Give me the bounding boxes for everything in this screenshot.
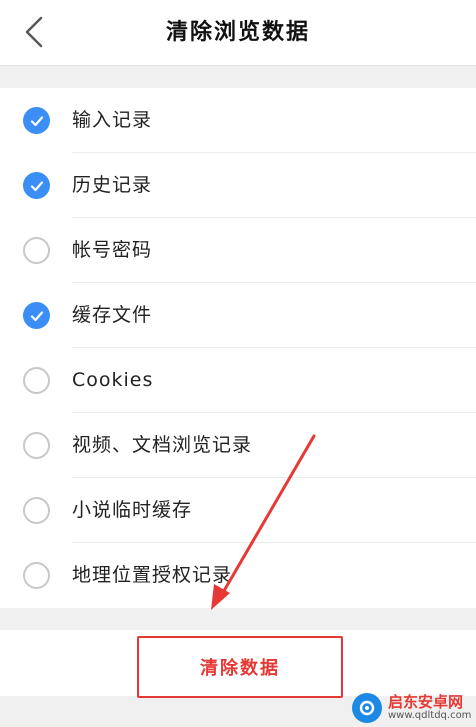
clear-data-button[interactable]: 清除数据	[137, 636, 343, 698]
option-label: Cookies	[72, 369, 154, 391]
unchecked-icon[interactable]	[23, 432, 50, 459]
watermark-url: www.qdltdq.com	[388, 709, 472, 721]
checked-icon[interactable]	[23, 107, 50, 134]
option-input-records[interactable]: 输入记录	[0, 88, 476, 153]
unchecked-icon[interactable]	[23, 562, 50, 589]
watermark-name: 启东安卓网	[388, 692, 464, 711]
option-cookies[interactable]: Cookies	[0, 348, 476, 413]
checked-icon[interactable]	[23, 172, 50, 199]
unchecked-icon[interactable]	[23, 497, 50, 524]
option-label: 缓存文件	[72, 304, 153, 326]
header-bar: 清除浏览数据	[0, 0, 476, 66]
option-label: 地理位置授权记录	[72, 564, 233, 586]
option-novel-temp-cache[interactable]: 小说临时缓存	[0, 478, 476, 543]
page-title: 清除浏览数据	[165, 20, 310, 45]
option-history-records[interactable]: 历史记录	[0, 153, 476, 218]
clear-options-list: 输入记录 历史记录 帐号密码 缓存文件 Cookies 视频、文档浏览记录 小说…	[0, 88, 476, 608]
option-label: 帐号密码	[72, 239, 153, 261]
option-cache-files[interactable]: 缓存文件	[0, 283, 476, 348]
checked-icon[interactable]	[23, 302, 50, 329]
unchecked-icon[interactable]	[23, 367, 50, 394]
option-account-passwords[interactable]: 帐号密码	[0, 218, 476, 283]
option-location-permissions[interactable]: 地理位置授权记录	[0, 543, 476, 608]
option-label: 小说临时缓存	[72, 499, 193, 521]
footer-bar: 清除数据	[0, 630, 476, 698]
option-label: 输入记录	[72, 109, 153, 131]
option-video-doc-history[interactable]: 视频、文档浏览记录	[0, 413, 476, 478]
option-label: 视频、文档浏览记录	[72, 434, 253, 456]
watermark: 启东安卓网 www.qdltdq.com	[352, 690, 471, 726]
watermark-logo-icon	[352, 693, 382, 723]
option-label: 历史记录	[72, 174, 153, 196]
unchecked-icon[interactable]	[23, 237, 50, 264]
